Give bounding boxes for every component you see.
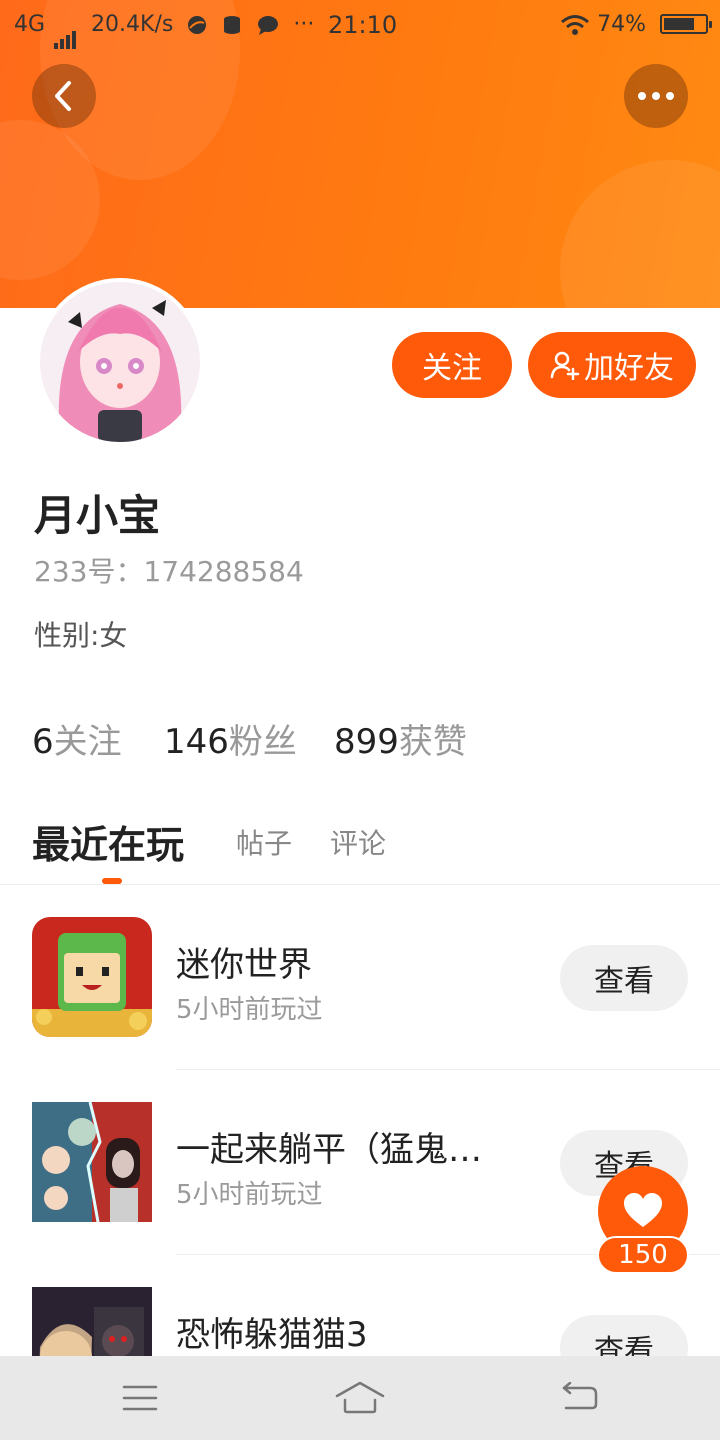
add-friend-label: 加好友 — [584, 351, 674, 386]
stat-following-label: 关注 — [53, 722, 122, 762]
game-title: 迷你世界 — [176, 945, 312, 985]
network-label: 4G — [14, 12, 46, 37]
clock: 21:10 — [328, 11, 398, 39]
browser-icon — [188, 16, 207, 34]
wifi-icon — [561, 15, 590, 35]
stat-following[interactable]: 6关注 — [32, 714, 122, 763]
game-title: 恐怖躲猫猫3 — [176, 1315, 368, 1355]
chevron-left-icon — [55, 81, 71, 111]
more-dots-icon — [638, 92, 674, 100]
avatar[interactable] — [36, 278, 204, 446]
system-nav-bar — [0, 1356, 720, 1440]
profile-header-banner: 4G 20.4K/s ··· 21:10 74% — [0, 0, 720, 308]
stat-fans-num: 146 — [164, 722, 229, 762]
more-button[interactable] — [624, 64, 688, 128]
follow-button[interactable]: 关注 — [392, 332, 512, 398]
battery-percent: 74% — [597, 12, 646, 37]
game-thumbnail — [32, 917, 152, 1037]
stat-likes: 899获赞 — [334, 714, 467, 763]
game-last-played: 5小时前玩过 — [176, 1180, 323, 1210]
menu-icon[interactable] — [122, 1384, 158, 1412]
game-title: 一起来躺平（猛鬼… — [176, 1130, 482, 1170]
back-button[interactable] — [32, 64, 96, 128]
battery-icon — [660, 14, 712, 34]
like-count: 150 — [597, 1236, 689, 1274]
signal-icon — [54, 15, 78, 49]
user-gender: 性别:女 — [34, 619, 128, 652]
storage-icon — [224, 16, 241, 34]
game-thumbnail — [32, 1102, 152, 1222]
back-icon[interactable] — [560, 1382, 600, 1412]
add-friend-button[interactable]: 加好友 — [528, 332, 696, 398]
user-name: 月小宝 — [34, 491, 161, 540]
avatar-image — [40, 282, 200, 442]
view-button[interactable]: 查看 — [560, 945, 688, 1011]
stat-likes-num: 899 — [334, 722, 399, 762]
message-icon — [258, 16, 279, 35]
heart-icon — [624, 1193, 662, 1227]
follow-label: 关注 — [422, 351, 482, 386]
stat-likes-label: 获赞 — [398, 722, 467, 762]
game-last-played: 5小时前玩过 — [176, 995, 323, 1025]
tab-recently-played[interactable]: 最近在玩 — [32, 814, 184, 869]
status-left: 4G 20.4K/s ··· — [14, 8, 315, 49]
add-user-icon — [550, 351, 580, 380]
stat-following-num: 6 — [32, 722, 54, 762]
tab-comments[interactable]: 评论 — [330, 822, 386, 862]
list-item[interactable]: 迷你世界 5小时前玩过 查看 — [0, 885, 720, 1070]
home-icon[interactable] — [335, 1380, 385, 1414]
net-speed: 20.4K/s — [91, 12, 174, 37]
stat-fans[interactable]: 146粉丝 — [164, 714, 297, 763]
stat-fans-label: 粉丝 — [228, 722, 297, 762]
status-more: ··· — [293, 12, 315, 37]
tab-posts[interactable]: 帖子 — [236, 822, 292, 862]
status-right: 74% — [560, 8, 646, 42]
user-id: 233号：174288584 — [34, 555, 304, 588]
